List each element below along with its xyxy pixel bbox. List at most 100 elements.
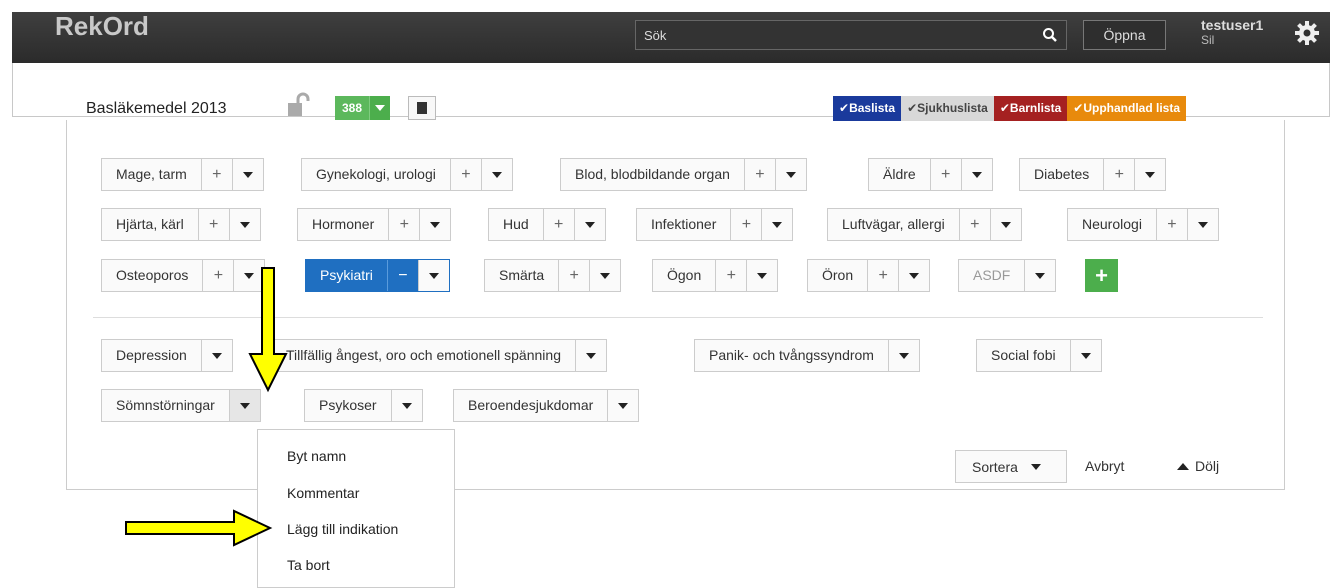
- chevron-down-icon[interactable]: [1069, 340, 1101, 371]
- menu-item-delete[interactable]: Ta bort: [287, 557, 330, 573]
- subgroup-label: Sömnstörningar: [116, 397, 215, 413]
- menu-item-rename[interactable]: Byt namn: [287, 448, 346, 464]
- chevron-down-icon[interactable]: [390, 390, 422, 421]
- group-psykiatri[interactable]: Psykiatri −: [305, 259, 450, 292]
- group-ogon[interactable]: Ögon +: [652, 259, 779, 292]
- chevron-down-icon[interactable]: [607, 390, 638, 421]
- chevron-down-icon[interactable]: [231, 159, 263, 190]
- chevron-down-icon[interactable]: [746, 260, 777, 291]
- plus-icon[interactable]: +: [958, 209, 990, 240]
- chevron-down-icon[interactable]: [774, 159, 806, 190]
- plus-icon[interactable]: +: [558, 260, 589, 291]
- hide-label: Dölj: [1195, 458, 1220, 474]
- user-info[interactable]: testuser1 Sil: [1201, 17, 1263, 47]
- plus-icon[interactable]: +: [388, 209, 419, 240]
- search-icon[interactable]: [1042, 27, 1058, 43]
- chevron-down-icon[interactable]: [887, 340, 919, 371]
- open-button[interactable]: Öppna: [1083, 20, 1166, 50]
- app-logo[interactable]: RekOrd: [55, 11, 149, 42]
- chevron-down-icon[interactable]: [370, 96, 391, 120]
- group-neurologi[interactable]: Neurologi +: [1067, 208, 1219, 241]
- group-label: Ögon: [667, 267, 702, 283]
- chevron-down-icon[interactable]: [989, 209, 1021, 240]
- tab-sjukhuslista[interactable]: ✔Sjukhuslista: [901, 96, 994, 121]
- group-aldre[interactable]: Äldre +: [868, 158, 993, 191]
- tab-barnlista[interactable]: ✔Barnlista: [993, 96, 1068, 121]
- chevron-down-icon[interactable]: [200, 340, 232, 371]
- sort-label: Sortera: [972, 459, 1018, 475]
- search-input[interactable]: Sök: [635, 20, 1067, 50]
- plus-icon[interactable]: +: [1103, 159, 1134, 190]
- chevron-down-icon[interactable]: [574, 340, 606, 371]
- hide-button[interactable]: Dölj: [1177, 458, 1219, 474]
- subgroup-panik[interactable]: Panik- och tvångssyndrom: [694, 339, 920, 372]
- group-luftvagar[interactable]: Luftvägar, allergi +: [827, 208, 1022, 241]
- tab-upphandlad-lista[interactable]: ✔Upphandlad lista: [1067, 96, 1187, 121]
- plus-icon[interactable]: +: [929, 159, 961, 190]
- plus-icon[interactable]: +: [449, 159, 481, 190]
- subgroup-beroendesjukdomar[interactable]: Beroendesjukdomar: [453, 389, 640, 422]
- group-hud[interactable]: Hud +: [488, 208, 606, 241]
- group-hormoner[interactable]: Hormoner +: [297, 208, 452, 241]
- chevron-down-icon[interactable]: [898, 260, 929, 291]
- group-blod[interactable]: Blod, blodbildande organ +: [560, 158, 807, 191]
- chevron-down-icon[interactable]: [1186, 209, 1218, 240]
- group-label: Hormoner: [312, 216, 375, 232]
- tab-baslista[interactable]: ✔Baslista: [833, 96, 902, 121]
- list-name: Basläkemedel 2013: [86, 100, 227, 117]
- gear-icon[interactable]: [1294, 20, 1320, 46]
- group-label: Luftvägar, allergi: [842, 216, 945, 232]
- chevron-down-icon[interactable]: [419, 209, 450, 240]
- chevron-down-icon[interactable]: [960, 159, 992, 190]
- subgroup-label: Tillfällig ångest, oro och emotionell sp…: [286, 347, 561, 363]
- plus-icon[interactable]: +: [743, 159, 775, 190]
- plus-icon[interactable]: +: [867, 260, 898, 291]
- unlock-icon[interactable]: [286, 92, 312, 120]
- chevron-down-icon[interactable]: [761, 209, 792, 240]
- cancel-button[interactable]: Avbryt: [1085, 458, 1124, 474]
- plus-icon[interactable]: +: [542, 209, 574, 240]
- group-infektioner[interactable]: Infektioner +: [636, 208, 794, 241]
- search-placeholder: Sök: [644, 28, 667, 43]
- plus-icon[interactable]: +: [715, 260, 746, 291]
- group-diabetes[interactable]: Diabetes +: [1019, 158, 1167, 191]
- subgroup-tillfallig-angest[interactable]: Tillfällig ångest, oro och emotionell sp…: [271, 339, 607, 372]
- chevron-down-icon[interactable]: [1134, 159, 1165, 190]
- book-button[interactable]: [408, 96, 436, 120]
- add-group-button[interactable]: +: [1085, 259, 1118, 292]
- group-asdf[interactable]: ASDF: [958, 259, 1057, 292]
- chevron-down-icon[interactable]: [1024, 260, 1055, 291]
- plus-icon[interactable]: +: [730, 209, 761, 240]
- plus-icon[interactable]: +: [200, 159, 232, 190]
- group-smarta[interactable]: Smärta +: [484, 259, 622, 292]
- menu-item-add-indication[interactable]: Lägg till indikation: [287, 521, 398, 537]
- tab-label: Barnlista: [1009, 101, 1062, 115]
- tab-label: Sjukhuslista: [917, 101, 988, 115]
- plus-icon[interactable]: +: [202, 260, 233, 291]
- group-label: Mage, tarm: [116, 166, 187, 182]
- group-osteoporos[interactable]: Osteoporos +: [101, 259, 266, 292]
- chevron-down-icon[interactable]: [573, 209, 605, 240]
- chevron-down-icon[interactable]: [228, 209, 260, 240]
- minus-icon[interactable]: −: [386, 260, 418, 291]
- chevron-down-icon[interactable]: [417, 260, 449, 291]
- subgroup-psykoser[interactable]: Psykoser: [304, 389, 423, 422]
- subgroup-somnstorningar[interactable]: Sömnstörningar: [101, 389, 261, 422]
- sort-button[interactable]: Sortera: [955, 450, 1067, 483]
- subgroup-label: Beroendesjukdomar: [468, 397, 594, 413]
- subgroup-depression[interactable]: Depression: [101, 339, 233, 372]
- group-label: Gynekologi, urologi: [316, 166, 436, 182]
- group-mage-tarm[interactable]: Mage, tarm +: [101, 158, 264, 191]
- plus-icon[interactable]: +: [1155, 209, 1187, 240]
- subgroup-social-fobi[interactable]: Social fobi: [976, 339, 1102, 372]
- group-hjarta-karl[interactable]: Hjärta, kärl +: [101, 208, 261, 241]
- group-gynekologi-urologi[interactable]: Gynekologi, urologi +: [301, 158, 513, 191]
- group-oron[interactable]: Öron +: [807, 259, 931, 292]
- plus-icon[interactable]: +: [197, 209, 229, 240]
- book-icon: [417, 102, 427, 114]
- count-dropdown[interactable]: 388: [335, 96, 391, 120]
- chevron-down-icon[interactable]: [480, 159, 512, 190]
- chevron-down-icon[interactable]: [589, 260, 620, 291]
- group-label: Hjärta, kärl: [116, 216, 184, 232]
- menu-item-comment[interactable]: Kommentar: [287, 485, 359, 501]
